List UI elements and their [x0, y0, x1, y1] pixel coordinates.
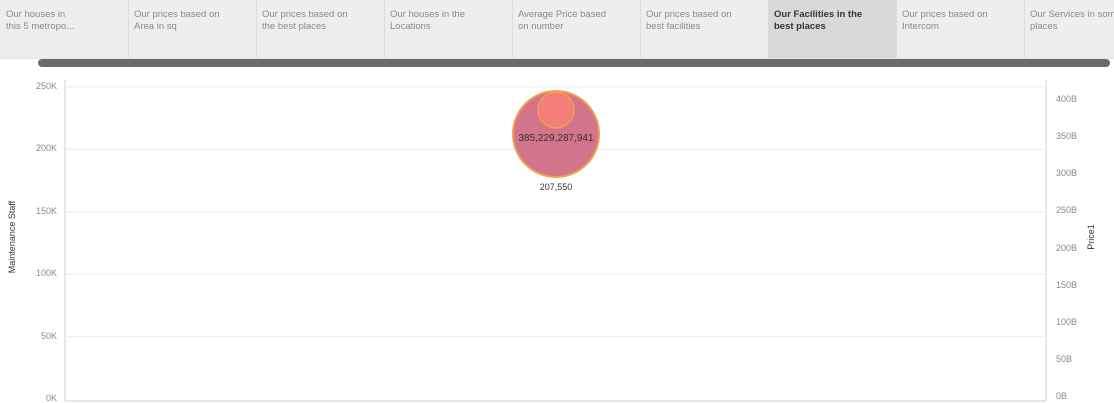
y-tick-label-left: 250K	[35, 81, 57, 91]
y-tick-label-left: 50K	[40, 330, 57, 341]
y-tick-label-right: 150B	[1056, 279, 1078, 290]
y-tick-label-right: 350B	[1056, 131, 1078, 142]
y-tick-label-right: 0B	[1056, 391, 1068, 401]
y-tick-label-right: 200B	[1056, 242, 1078, 253]
y-tick-label-right: 100B	[1056, 316, 1078, 327]
y-tick-label-right: 400B	[1056, 94, 1078, 104]
y-tick-label-left: 200K	[35, 143, 57, 154]
y-tick-label-right: 50B	[1056, 353, 1073, 364]
y-tick-label-right: 250B	[1056, 205, 1078, 216]
y-tick-label-right: 300B	[1056, 168, 1078, 179]
data-label-staff: 207,550	[540, 182, 573, 192]
y-axis-title-left: Maintenance Staff	[7, 200, 18, 274]
scatter-plot: 385,229,287,941 207,550	[64, 80, 1047, 402]
data-point-maintenance-staff	[537, 91, 575, 129]
data-label-price: 385,229,287,941	[518, 133, 594, 144]
y-tick-label-left: 0K	[45, 393, 57, 403]
y-axis-title-right: Price1	[1085, 224, 1096, 250]
